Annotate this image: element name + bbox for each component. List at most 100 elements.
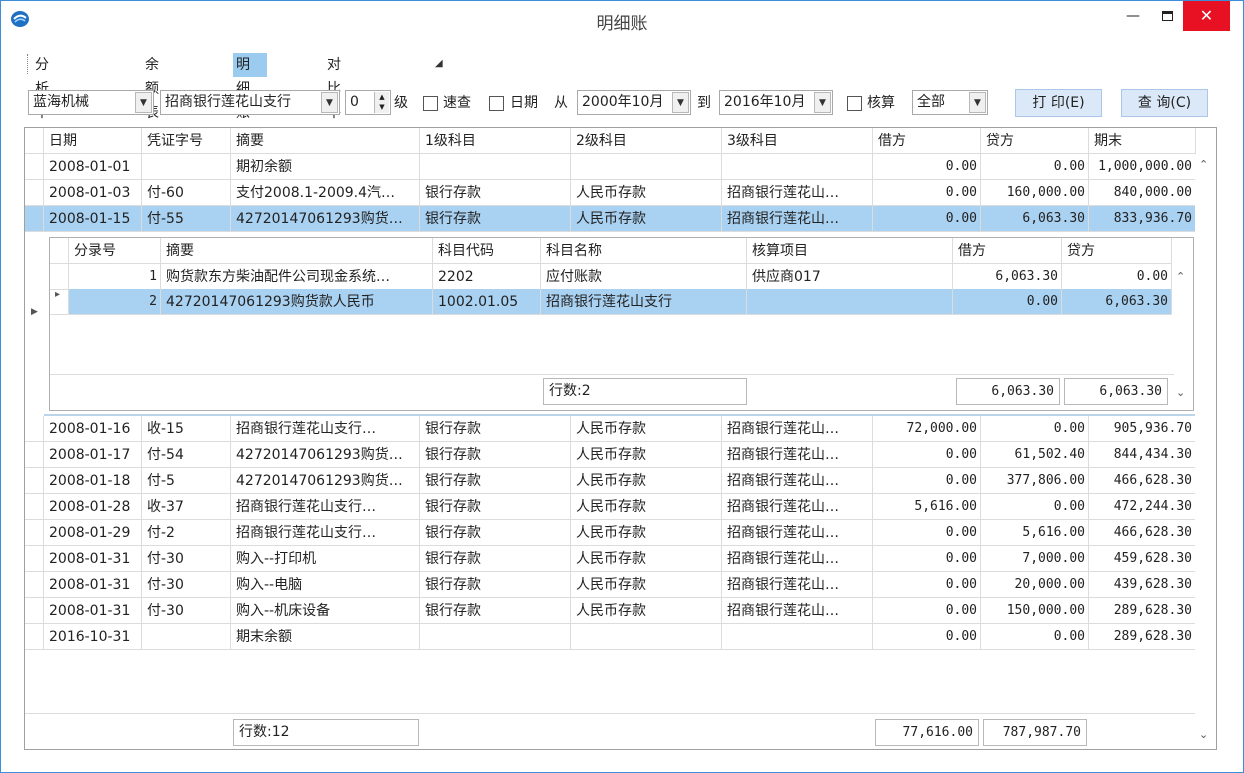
detail-credit-total: 6,063.30 — [1064, 378, 1168, 405]
accounting-select[interactable]: 全部 ▼ — [912, 90, 988, 115]
row-indicator[interactable]: ▸ — [50, 289, 69, 315]
window-title: 明细账 — [596, 14, 648, 34]
table-cell: 0.00 — [873, 468, 981, 494]
tab-analysis-platform[interactable]: 分析平台(F1) — [32, 53, 66, 169]
table-cell: 人民币存款 — [571, 494, 722, 520]
scroll-down-icon[interactable]: ⌄ — [1176, 386, 1185, 399]
to-date-select[interactable]: 2016年10月 ▼ — [719, 90, 833, 115]
column-header[interactable]: 贷方 — [1062, 238, 1172, 264]
row-indicator[interactable] — [25, 180, 44, 206]
close-button[interactable]: ✕ — [1183, 1, 1230, 31]
tab-balance-sheet[interactable]: 余额表(F2) — [142, 53, 176, 145]
account-select[interactable]: 招商银行莲花山支行 ▼ — [160, 90, 340, 115]
row-indicator[interactable] — [25, 154, 44, 180]
table-cell: 72,000.00 — [873, 416, 981, 442]
row-indicator[interactable] — [25, 442, 44, 468]
column-header[interactable]: 摘要 — [161, 238, 433, 264]
row-indicator[interactable] — [25, 546, 44, 572]
table-row[interactable]: 2008-01-16 收-15 招商银行莲花山支行… 银行存款 人民币存款 招商银行莲花山… — [25, 416, 1196, 442]
chevron-down-icon[interactable]: ▼ — [814, 92, 831, 113]
row-indicator[interactable] — [25, 494, 44, 520]
table-cell: 439,628.30 — [1089, 572, 1196, 598]
column-header[interactable]: 科目代码 — [433, 238, 541, 264]
table-cell: 0.00 — [981, 416, 1089, 442]
table-cell: 招商银行莲花山… — [722, 416, 873, 442]
table-cell: 付-30 — [142, 546, 231, 572]
column-header[interactable]: 1级科目 — [420, 128, 571, 154]
row-indicator[interactable] — [25, 572, 44, 598]
column-header[interactable]: 贷方 — [981, 128, 1089, 154]
date-checkbox[interactable] — [489, 96, 504, 111]
maximize-button[interactable] — [1150, 1, 1184, 31]
row-indicator[interactable] — [25, 416, 44, 442]
voucher-detail-grid: 分录号 摘要 科目代码 科目名称 核算项目 借方 贷方 1 购货款东方柴油配件公司… — [49, 237, 1194, 411]
from-date-select[interactable]: 2000年10月 ▼ — [577, 90, 691, 115]
table-row[interactable]: 2008-01-31 付-30 购入--电脑 银行存款 人民币存款 招商银行莲花山… 0.0… — [25, 572, 1196, 598]
chevron-down-icon[interactable]: ▼ — [969, 92, 986, 113]
column-header[interactable]: 科目名称 — [541, 238, 747, 264]
nav-overflow-icon[interactable]: ◢ — [435, 58, 443, 69]
detail-scrollbar[interactable]: ⌃ ⌄ — [1172, 264, 1193, 410]
table-row[interactable]: 2008-01-28 收-37 招商银行莲花山支行… 银行存款 人民币存款 招商银行莲花山… — [25, 494, 1196, 520]
scroll-down-icon[interactable]: ⌄ — [1199, 728, 1208, 741]
column-header[interactable]: 期末 — [1089, 128, 1196, 154]
row-indicator[interactable] — [25, 206, 44, 232]
table-row[interactable]: 2008-01-29 付-2 招商银行莲花山支行… 银行存款 人民币存款 招商银行莲花山…… — [25, 520, 1196, 546]
company-select[interactable]: 蓝海机械 ▼ — [28, 90, 154, 115]
column-header[interactable]: 核算项目 — [747, 238, 953, 264]
table-cell: 2008-01-15 — [44, 206, 142, 232]
table-row[interactable]: 2008-01-31 付-30 购入--打印机 银行存款 人民币存款 招商银行莲花山… 0.… — [25, 546, 1196, 572]
row-indicator[interactable] — [50, 264, 69, 290]
table-row[interactable]: 2008-01-18 付-5 42720147061293购货… 银行存款 人民币存款招… — [25, 468, 1196, 494]
table-cell: 1002.01.05 — [433, 289, 541, 315]
table-cell: 2016-10-31 — [44, 624, 142, 650]
table-row[interactable]: 2008-01-03 付-60 支付2008.1-2009.4汽… 银行存款 人民币存款… — [25, 180, 1196, 206]
table-cell: 289,628.30 — [1089, 598, 1196, 624]
chevron-down-icon[interactable]: ▼ — [672, 92, 689, 113]
column-header[interactable]: 2级科目 — [571, 128, 722, 154]
maximize-icon — [1161, 11, 1173, 21]
scroll-up-icon[interactable]: ⌃ — [1199, 158, 1208, 171]
table-row[interactable]: ▸ 2 42720147061293购货款人民币 1002.01.05 招商银行莲花山支… — [50, 289, 1174, 315]
chevron-down-icon[interactable]: ▼ — [321, 92, 338, 113]
accounting-checkbox[interactable] — [847, 96, 862, 111]
column-header[interactable]: 借方 — [953, 238, 1062, 264]
row-indicator[interactable] — [25, 624, 44, 650]
to-date-value: 2016年10月 — [724, 94, 806, 110]
quick-search-checkbox[interactable] — [423, 96, 438, 111]
table-cell: 42720147061293购货款人民币 — [161, 289, 433, 315]
column-header[interactable]: 3级科目 — [722, 128, 873, 154]
column-header[interactable]: 凭证字号 — [142, 128, 231, 154]
table-cell: 6,063.30 — [981, 206, 1089, 232]
table-cell: 收-15 — [142, 416, 231, 442]
print-button[interactable]: 打 印(E) — [1015, 89, 1102, 117]
table-row[interactable]: 2016-10-31 期末余额 0.00 0.00 289,628.30 — [25, 624, 1196, 650]
column-header[interactable]: 日期 — [44, 128, 142, 154]
ledger-scrollbar[interactable]: ⌃ ⌄ — [1195, 154, 1216, 749]
table-cell — [747, 289, 953, 315]
table-row[interactable]: 2008-01-01 期初余额 0.00 0.00 1,000,000.00 — [25, 154, 1196, 180]
scroll-up-icon[interactable]: ⌃ — [1176, 270, 1185, 283]
column-header[interactable]: 借方 — [873, 128, 981, 154]
tab-compare-platform[interactable]: 对比平台(F4) — [324, 53, 358, 169]
row-indicator[interactable] — [25, 468, 44, 494]
table-row[interactable]: 2008-01-15 付-55 42720147061293购货… 银行存款 人民币存款… — [25, 206, 1196, 232]
row-indicator[interactable] — [25, 598, 44, 624]
spinner-arrows-icon[interactable]: ▲ ▼ — [374, 92, 389, 113]
table-cell: 160,000.00 — [981, 180, 1089, 206]
table-cell: 0.00 — [953, 289, 1062, 315]
query-button[interactable]: 查 询(C) — [1121, 89, 1208, 117]
tab-detail-ledger[interactable]: 明细账(F3) — [233, 53, 267, 145]
column-header[interactable]: 分录号 — [69, 238, 161, 264]
table-row[interactable]: 2008-01-31 付-30 购入--机床设备 银行存款 人民币存款 招商银行莲花山… 0… — [25, 598, 1196, 624]
table-row[interactable]: 1 购货款东方柴油配件公司现金系统… 2202 应付账款 供应商017 6,063.30 0… — [50, 264, 1174, 290]
row-indicator[interactable] — [25, 520, 44, 546]
column-header[interactable]: 摘要 — [231, 128, 420, 154]
table-row[interactable]: 2008-01-17 付-54 42720147061293购货… 银行存款 人民币存款… — [25, 442, 1196, 468]
table-cell: 支付2008.1-2009.4汽… — [231, 180, 420, 206]
minimize-button[interactable]: — — [1116, 1, 1150, 31]
table-cell: 银行存款 — [420, 520, 571, 546]
level-spinner[interactable]: 0 ▲ ▼ — [345, 90, 391, 115]
chevron-down-icon[interactable]: ▼ — [135, 92, 152, 113]
table-cell: 人民币存款 — [571, 572, 722, 598]
